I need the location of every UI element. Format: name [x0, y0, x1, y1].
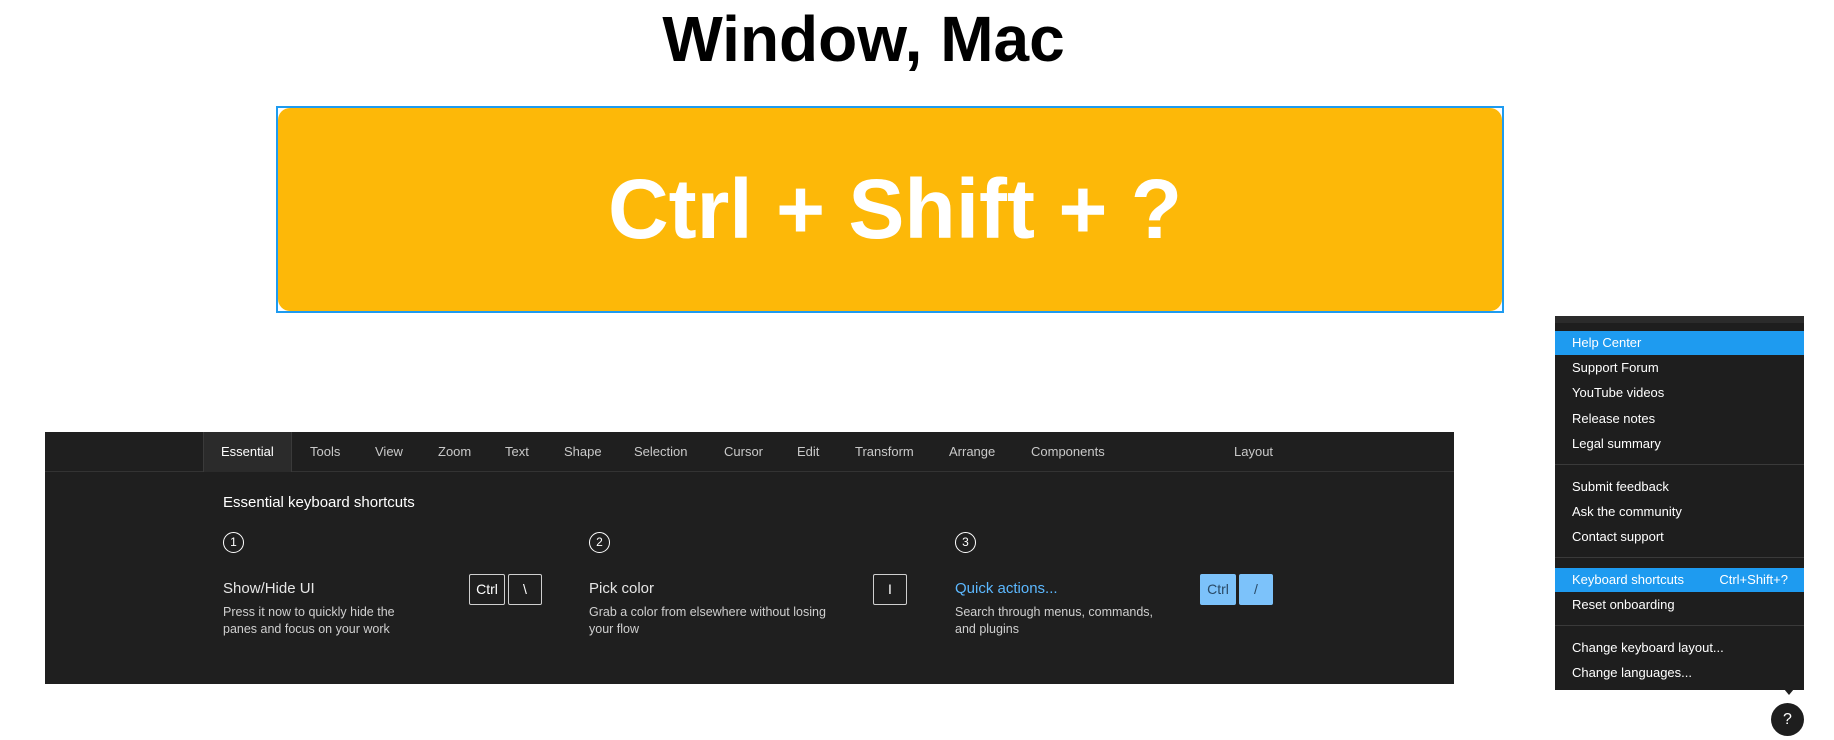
shortcut-desc-show-hide-ui: Press it now to quickly hide the panes a…	[223, 605, 395, 636]
page: Window, Mac Ctrl + Shift + ? Essential T…	[0, 0, 1834, 740]
menu-item-youtube-videos[interactable]: YouTube videos	[1555, 381, 1804, 405]
tab-text[interactable]: Text	[505, 432, 529, 471]
menu-shortcut-hint: Ctrl+Shift+?	[1719, 572, 1788, 587]
menu-pointer-arrow	[1784, 689, 1794, 695]
key-i: I	[873, 574, 907, 605]
menu-item-reset-onboarding[interactable]: Reset onboarding	[1555, 593, 1804, 617]
tab-edit[interactable]: Edit	[797, 432, 819, 471]
key-ctrl-highlighted: Ctrl	[1200, 574, 1236, 605]
step-number-1: 1	[223, 532, 244, 553]
tab-selection[interactable]: Selection	[634, 432, 687, 471]
step-number-2: 2	[589, 532, 610, 553]
menu-item-change-keyboard-layout[interactable]: Change keyboard layout...	[1555, 636, 1804, 660]
shortcut-desc-quick-actions: Search through menus, commands, and plug…	[955, 605, 1154, 636]
tab-tools[interactable]: Tools	[310, 432, 340, 471]
key-slash-highlighted: /	[1239, 574, 1273, 605]
menu-item-keyboard-shortcuts[interactable]: Keyboard shortcuts Ctrl+Shift+?	[1555, 568, 1804, 592]
banner-shortcut-text: Ctrl + Shift + ?	[607, 162, 1183, 256]
menu-divider	[1555, 557, 1804, 558]
menu-divider	[1555, 625, 1804, 626]
menu-item-release-notes[interactable]: Release notes	[1555, 407, 1804, 431]
step-number-3: 3	[955, 532, 976, 553]
tab-cursor[interactable]: Cursor	[724, 432, 763, 471]
tab-view[interactable]: View	[375, 432, 403, 471]
tab-zoom[interactable]: Zoom	[438, 432, 471, 471]
shortcut-desc-pick-color: Grab a color from elsewhere without losi…	[589, 605, 826, 636]
menu-item-submit-feedback[interactable]: Submit feedback	[1555, 475, 1804, 499]
shortcut-banner: Ctrl + Shift + ?	[278, 108, 1502, 311]
help-button[interactable]: ?	[1771, 703, 1804, 736]
help-menu: Help Center Support Forum YouTube videos…	[1555, 316, 1804, 690]
menu-item-contact-support[interactable]: Contact support	[1555, 525, 1804, 549]
tab-transform[interactable]: Transform	[855, 432, 914, 471]
menu-item-change-languages[interactable]: Change languages...	[1555, 661, 1804, 685]
tab-essential[interactable]: Essential	[203, 432, 292, 472]
tab-components[interactable]: Components	[1031, 432, 1105, 471]
menu-divider	[1555, 464, 1804, 465]
tab-arrange[interactable]: Arrange	[949, 432, 995, 471]
section-title: Essential keyboard shortcuts	[223, 494, 415, 511]
keyboard-shortcuts-panel: Essential Tools View Zoom Text Shape Sel…	[45, 432, 1454, 684]
tab-shape[interactable]: Shape	[564, 432, 602, 471]
menu-item-legal-summary[interactable]: Legal summary	[1555, 432, 1804, 456]
shortcut-title-show-hide-ui: Show/Hide UI	[223, 580, 315, 597]
page-title: Window, Mac	[662, 3, 1065, 75]
menu-item-ask-community[interactable]: Ask the community	[1555, 500, 1804, 524]
shortcut-tabs: Essential Tools View Zoom Text Shape Sel…	[45, 432, 1454, 472]
key-ctrl: Ctrl	[469, 574, 505, 605]
menu-item-help-center[interactable]: Help Center	[1555, 331, 1804, 355]
shortcut-title-quick-actions[interactable]: Quick actions...	[955, 580, 1058, 597]
tab-layout[interactable]: Layout	[1234, 432, 1273, 471]
menu-item-support-forum[interactable]: Support Forum	[1555, 356, 1804, 380]
shortcut-title-pick-color: Pick color	[589, 580, 655, 597]
key-backslash: \	[508, 574, 542, 605]
